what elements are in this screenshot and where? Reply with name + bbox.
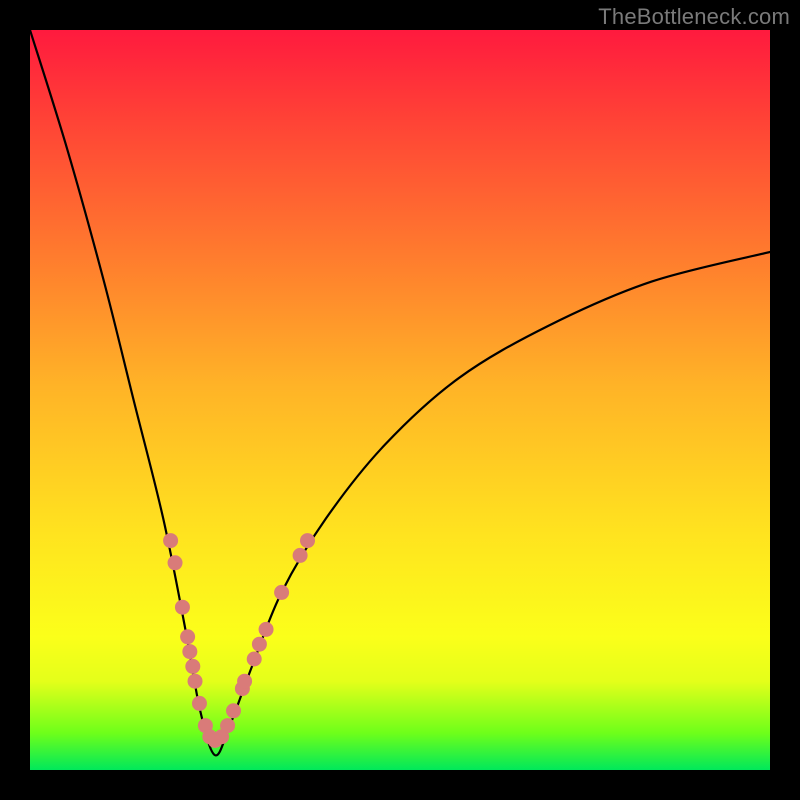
data-point bbox=[300, 533, 315, 548]
chart-frame: TheBottleneck.com bbox=[0, 0, 800, 800]
bottleneck-curve bbox=[30, 30, 770, 755]
data-point bbox=[163, 533, 178, 548]
data-point bbox=[252, 637, 267, 652]
data-point bbox=[182, 644, 197, 659]
data-point bbox=[226, 703, 241, 718]
chart-overlay bbox=[30, 30, 770, 770]
data-point bbox=[175, 600, 190, 615]
data-point bbox=[274, 585, 289, 600]
data-point bbox=[220, 718, 235, 733]
data-point bbox=[180, 629, 195, 644]
data-point bbox=[247, 652, 262, 667]
data-point bbox=[237, 674, 252, 689]
data-point bbox=[188, 674, 203, 689]
watermark-text: TheBottleneck.com bbox=[598, 4, 790, 30]
data-point bbox=[259, 622, 274, 637]
data-point bbox=[293, 548, 308, 563]
data-point bbox=[168, 555, 183, 570]
data-point bbox=[185, 659, 200, 674]
data-point bbox=[192, 696, 207, 711]
plot-area bbox=[30, 30, 770, 770]
data-points bbox=[163, 533, 315, 748]
